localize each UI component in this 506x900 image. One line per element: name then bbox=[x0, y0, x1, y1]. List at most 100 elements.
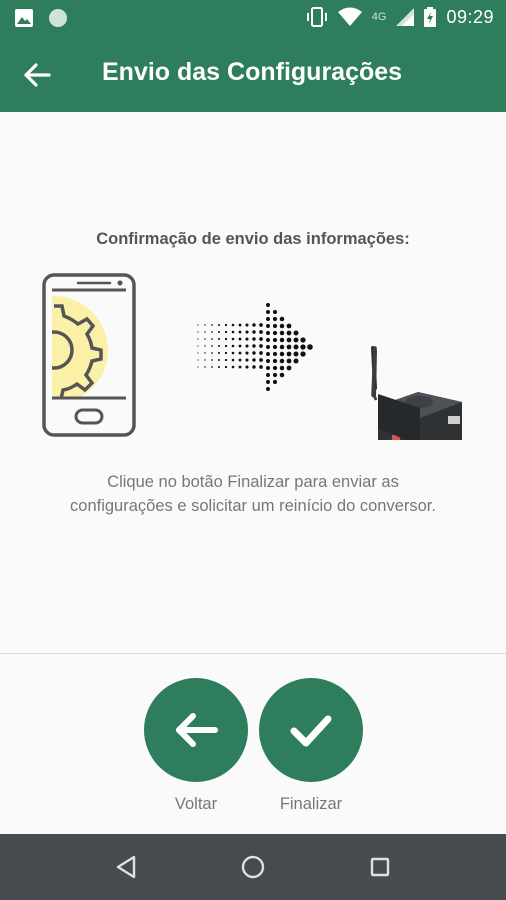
arrow-dot bbox=[245, 330, 249, 334]
arrow-dot bbox=[238, 330, 242, 334]
back-triangle-icon[interactable] bbox=[112, 852, 142, 882]
arrow-dot bbox=[286, 330, 292, 336]
arrow-dot bbox=[259, 358, 263, 362]
arrow-dot bbox=[211, 352, 213, 354]
checkmark-icon bbox=[290, 715, 332, 747]
arrow-dot bbox=[211, 338, 213, 340]
arrow-dot bbox=[211, 345, 213, 347]
finish-button-label[interactable]: Finalizar bbox=[259, 795, 363, 814]
arrow-dot bbox=[279, 330, 285, 336]
arrow-dot bbox=[259, 365, 263, 369]
arrow-dot bbox=[266, 345, 270, 349]
arrow-dot bbox=[197, 331, 199, 333]
arrow-dot bbox=[272, 344, 278, 350]
arrow-dot bbox=[286, 358, 292, 364]
arrow-dot bbox=[217, 365, 221, 369]
arrow-dot bbox=[217, 323, 221, 327]
phone-gear-icon bbox=[42, 273, 136, 437]
arrow-dot bbox=[266, 359, 270, 363]
arrow-dot bbox=[197, 345, 199, 347]
arrow-dot bbox=[266, 380, 270, 384]
arrow-dot bbox=[266, 303, 270, 307]
arrow-dot bbox=[293, 337, 299, 343]
recents-square-icon[interactable] bbox=[365, 852, 395, 882]
arrow-dot bbox=[279, 365, 285, 371]
arrow-dot bbox=[266, 373, 270, 377]
arrow-dot bbox=[238, 323, 242, 327]
arrow-dot bbox=[300, 344, 306, 350]
confirmation-heading: Confirmação de envio das informações: bbox=[96, 230, 410, 248]
arrow-dot bbox=[204, 324, 206, 326]
arrow-dot bbox=[293, 358, 299, 364]
app-bar: Envio das Configurações bbox=[0, 36, 506, 112]
arrow-dot bbox=[272, 323, 278, 329]
arrow-dot bbox=[217, 337, 221, 341]
arrow-dot bbox=[204, 338, 206, 340]
arrow-dot bbox=[259, 351, 263, 355]
info-text: Clique no botão Finalizar para enviar as… bbox=[70, 473, 436, 515]
arrow-dot bbox=[272, 379, 278, 385]
arrow-dot bbox=[252, 330, 256, 334]
page-title: Envio das Configurações bbox=[102, 58, 403, 86]
home-circle-icon[interactable] bbox=[238, 852, 268, 882]
arrow-dot bbox=[217, 344, 221, 348]
arrow-dot bbox=[293, 351, 299, 357]
system-nav-bar bbox=[0, 834, 506, 900]
arrow-dot bbox=[231, 351, 235, 355]
arrow-dot bbox=[272, 351, 278, 357]
main-content: Confirmação de envio das informações: Cl… bbox=[0, 112, 506, 653]
arrow-dot bbox=[197, 352, 199, 354]
arrow-dot bbox=[286, 344, 292, 350]
arrow-dot bbox=[217, 351, 221, 355]
back-button[interactable] bbox=[144, 678, 248, 782]
arrow-left-icon bbox=[176, 713, 218, 747]
arrow-dot bbox=[252, 323, 256, 327]
arrow-dot bbox=[204, 345, 206, 347]
arrow-dot bbox=[279, 358, 285, 364]
arrow-left-icon[interactable] bbox=[22, 60, 52, 90]
arrow-dot bbox=[272, 330, 278, 336]
arrow-dot bbox=[224, 330, 228, 334]
arrow-dot bbox=[224, 358, 228, 362]
signal-icon bbox=[396, 8, 415, 26]
arrow-dot bbox=[231, 365, 235, 369]
arrow-dot bbox=[286, 323, 292, 329]
vibrate-icon bbox=[306, 7, 327, 27]
arrow-dot bbox=[279, 323, 285, 329]
arrow-dot bbox=[266, 331, 270, 335]
image-icon bbox=[15, 9, 33, 27]
arrow-dot bbox=[259, 344, 263, 348]
arrow-dot bbox=[204, 366, 206, 368]
network-type: 4G bbox=[371, 11, 387, 23]
status-bar: 4G 09:29 bbox=[0, 0, 506, 36]
arrow-dot bbox=[197, 324, 199, 326]
arrow-dot bbox=[245, 351, 249, 355]
arrow-dot bbox=[252, 365, 256, 369]
arrow-dot bbox=[252, 351, 256, 355]
dotted-arrow-icon bbox=[197, 303, 313, 391]
arrow-dot bbox=[245, 344, 249, 348]
arrow-dot bbox=[266, 387, 270, 391]
arrow-dot bbox=[286, 337, 292, 343]
back-button-label[interactable]: Voltar bbox=[144, 795, 248, 814]
arrow-dot bbox=[211, 366, 213, 368]
arrow-dot bbox=[238, 344, 242, 348]
arrow-dot bbox=[252, 344, 256, 348]
arrow-dot bbox=[245, 323, 249, 327]
arrow-dot bbox=[272, 358, 278, 364]
arrow-dot bbox=[211, 359, 213, 361]
arrow-dot bbox=[231, 337, 235, 341]
arrow-dot bbox=[259, 330, 263, 334]
finish-button[interactable] bbox=[259, 678, 363, 782]
arrow-dot bbox=[211, 324, 213, 326]
arrow-dot bbox=[279, 337, 285, 343]
arrow-dot bbox=[204, 331, 206, 333]
arrow-dot bbox=[259, 337, 263, 341]
arrow-dot bbox=[259, 323, 263, 327]
arrow-dot bbox=[238, 365, 242, 369]
arrow-dot bbox=[231, 323, 235, 327]
status-time: 09:29 bbox=[446, 6, 494, 27]
action-area: Voltar Finalizar bbox=[0, 654, 506, 834]
arrow-dot bbox=[224, 344, 228, 348]
arrow-dot bbox=[286, 365, 292, 371]
